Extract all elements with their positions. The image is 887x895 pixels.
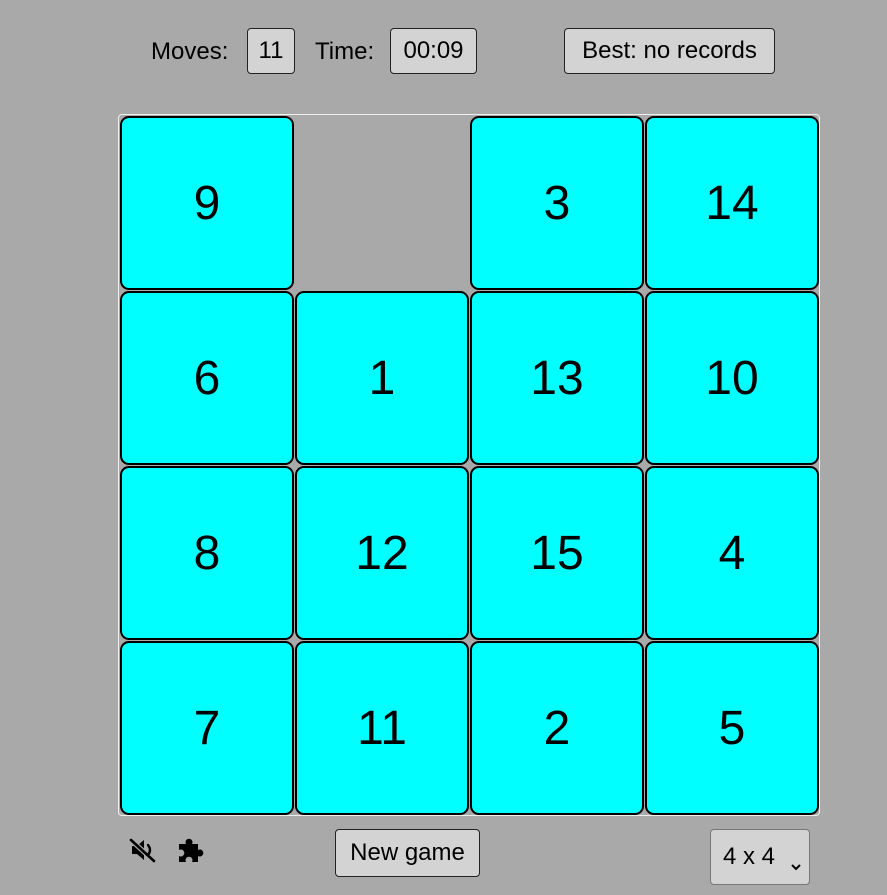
puzzle-tile[interactable]: 3 bbox=[470, 116, 644, 290]
puzzle-tile[interactable]: 10 bbox=[645, 291, 819, 465]
moves-counter: 11 bbox=[247, 28, 295, 74]
puzzle-tile[interactable]: 12 bbox=[295, 466, 469, 640]
puzzle-tile[interactable]: 4 bbox=[645, 466, 819, 640]
puzzle-piece-icon[interactable] bbox=[175, 834, 207, 866]
puzzle-tile[interactable]: 11 bbox=[295, 641, 469, 815]
puzzle-tile[interactable]: 2 bbox=[470, 641, 644, 815]
best-records-button[interactable]: Best: no records bbox=[564, 28, 775, 74]
puzzle-tile[interactable]: 7 bbox=[120, 641, 294, 815]
speaker-muted-icon[interactable] bbox=[128, 836, 158, 864]
new-game-button[interactable]: New game bbox=[335, 829, 480, 877]
puzzle-tile[interactable]: 9 bbox=[120, 116, 294, 290]
empty-slot bbox=[295, 116, 469, 290]
puzzle-tile[interactable]: 1 bbox=[295, 291, 469, 465]
puzzle-tile[interactable]: 14 bbox=[645, 116, 819, 290]
board-size-value: 4 x 4 bbox=[723, 843, 776, 870]
time-label: Time: bbox=[315, 38, 375, 65]
puzzle-board: 9 3 14 6 1 13 10 8 12 15 4 7 11 2 5 bbox=[118, 114, 820, 816]
puzzle-tile[interactable]: 13 bbox=[470, 291, 644, 465]
puzzle-tile[interactable]: 5 bbox=[645, 641, 819, 815]
game-screen: Moves: 11 Time: 00:09 Best: no records 9… bbox=[0, 0, 887, 895]
board-size-select[interactable]: 4 x 4 bbox=[710, 829, 810, 885]
chevron-down-icon bbox=[790, 851, 802, 879]
puzzle-tile[interactable]: 15 bbox=[470, 466, 644, 640]
moves-label: Moves: bbox=[151, 38, 229, 65]
puzzle-tile[interactable]: 6 bbox=[120, 291, 294, 465]
time-display: 00:09 bbox=[390, 28, 477, 74]
puzzle-tile[interactable]: 8 bbox=[120, 466, 294, 640]
